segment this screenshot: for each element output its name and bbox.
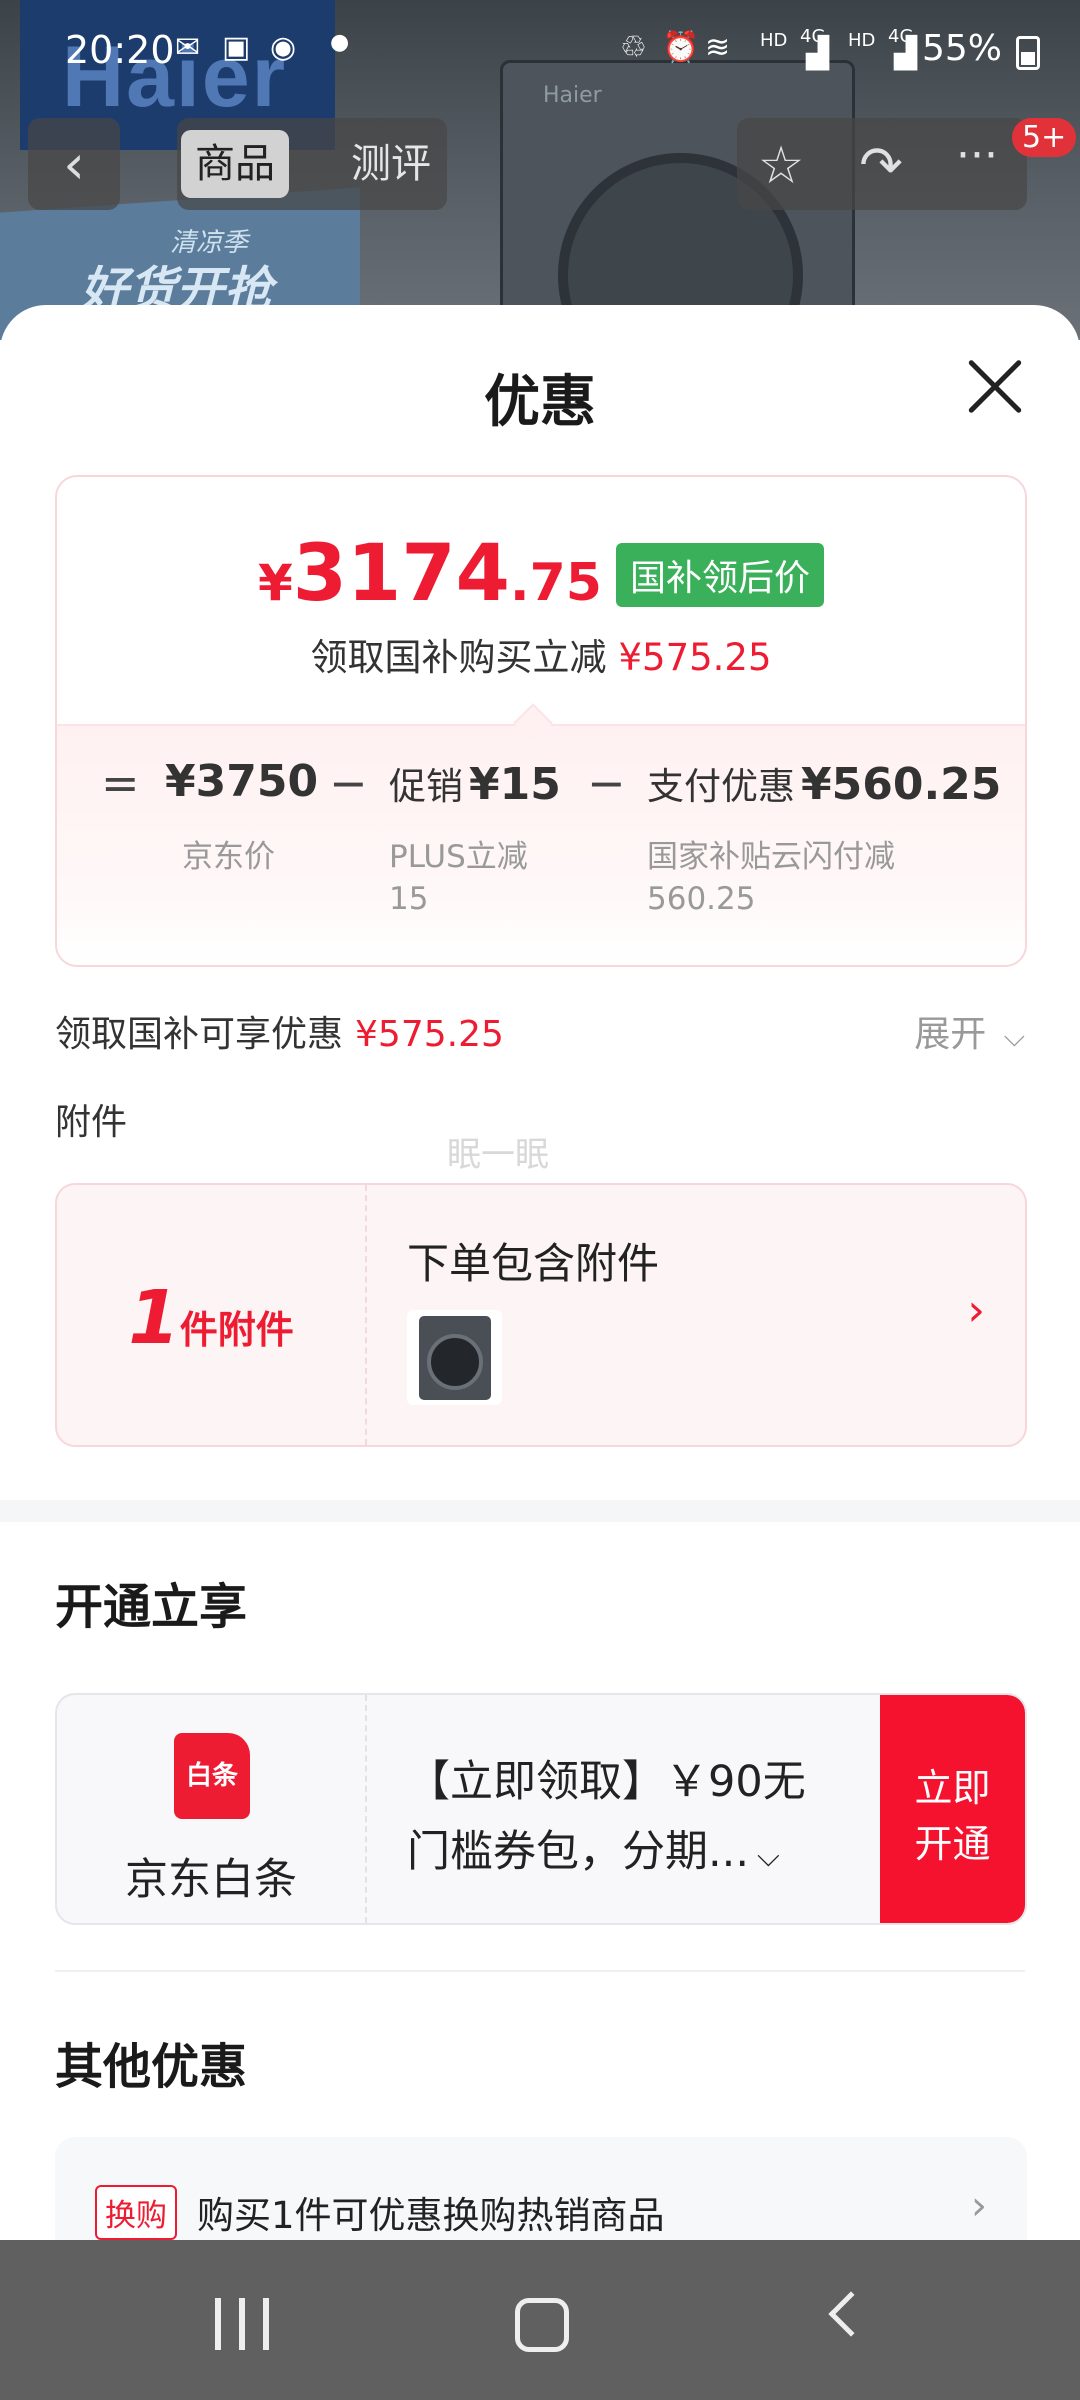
- washer-thumbnail-door: [427, 1334, 483, 1390]
- price-currency: ¥: [257, 554, 293, 612]
- promo-name: 促销: [389, 765, 463, 808]
- baitiao-card: 白条 京东白条 【立即领取】￥90无 门槛券包，分期... ⌵ 立即 开通: [55, 1693, 1027, 1925]
- subsidy-discount-label: 领取国补可享优惠: [55, 1014, 344, 1055]
- subsidy-discount-row: 领取国补可享优惠 ¥575.25: [55, 1005, 504, 1057]
- watermark-text: 眠一眠: [447, 1135, 549, 1175]
- final-price: ¥3174.75 国补领后价: [57, 529, 1025, 619]
- subsidy-discount-amount: ¥575.25: [355, 1014, 504, 1055]
- battery-icon: [1016, 36, 1040, 70]
- swap-offer-row[interactable]: 换购 购买1件可优惠换购热销商品 ›: [55, 2137, 1027, 2240]
- share-icon[interactable]: ↷: [851, 136, 911, 196]
- close-icon[interactable]: [965, 357, 1025, 417]
- price-subtext-label: 领取国补购买立减: [310, 636, 607, 679]
- attachments-card[interactable]: 1件附件 下单包含附件 ›: [55, 1183, 1027, 1447]
- payment-discount-label-line1: 国家补贴云闪付减: [647, 839, 895, 875]
- tab-product[interactable]: 商品: [181, 130, 289, 198]
- baitiao-description-line1: 【立即领取】￥90无: [407, 1757, 806, 1807]
- notification-icon: ◉: [270, 30, 297, 65]
- expand-label: 展开: [914, 1014, 987, 1055]
- baitiao-name: 京东白条: [125, 1855, 297, 1905]
- other-offers-title: 其他优惠: [55, 2039, 248, 2095]
- payment-discount-name: 支付优惠: [647, 765, 795, 808]
- status-bar: 20:20 ✉ ▣ ◉ ● ♲ ⏰ ≋ HD 4G ▟ HD 4G ▟ 55%: [0, 0, 1080, 100]
- promo-label-line2: 15: [389, 881, 429, 917]
- jd-price-label: 京东价: [182, 839, 275, 875]
- attachment-description: 下单包含附件: [407, 1239, 660, 1288]
- equals-sign: =: [101, 756, 140, 810]
- discount-sheet: 优惠 ¥3174.75 国补领后价 领取国补购买立减 ¥575.25 = ¥3750…: [0, 305, 1080, 2240]
- top-actions: ☆ ↷ ···: [737, 118, 1027, 210]
- baitiao-description[interactable]: 【立即领取】￥90无 门槛券包，分期... ⌵: [407, 1747, 847, 1892]
- promo-label-line1: PLUS立减: [389, 839, 528, 875]
- wifi-icon: ≋: [705, 30, 731, 65]
- wechat-icon: ✉: [175, 30, 201, 65]
- price-subtext: 领取国补购买立减 ¥575.25: [57, 627, 1025, 681]
- home-icon[interactable]: [515, 2298, 569, 2352]
- more-icon[interactable]: ···: [947, 134, 1007, 196]
- gallery-icon: ▣: [222, 30, 251, 65]
- activate-button-line2: 开通: [914, 1822, 991, 1866]
- battery-percent: 55%: [921, 28, 1002, 69]
- price-decimal: .75: [509, 553, 602, 613]
- favorite-star-icon[interactable]: ☆: [751, 136, 811, 196]
- payment-discount-label-line2: 560.25: [647, 881, 756, 917]
- tab-review[interactable]: 测评: [337, 130, 445, 198]
- promo-label: PLUS立减 15: [389, 836, 528, 920]
- minus-sign-2: −: [587, 756, 626, 810]
- payment-discount-value: 支付优惠 ¥560.25: [647, 756, 1001, 810]
- price-integer: 3174: [292, 529, 510, 619]
- chevron-right-icon: ›: [967, 1285, 985, 1336]
- promo-amount: ¥15: [469, 759, 561, 810]
- expand-button[interactable]: 展开 ⌵: [914, 1005, 1025, 1057]
- activate-section-title: 开通立享: [55, 1579, 248, 1635]
- back-button[interactable]: ‹: [28, 118, 120, 210]
- status-time: 20:20: [65, 28, 175, 72]
- baitiao-logo-icon: 白条: [174, 1733, 250, 1819]
- divider: [55, 1970, 1025, 1972]
- hd-label: HD: [760, 30, 788, 51]
- price-subtext-amount: ¥575.25: [618, 636, 772, 679]
- recycle-icon: ♲: [620, 30, 647, 65]
- attachment-count: 1件附件: [57, 1185, 367, 1445]
- signal-icon-1: ▟: [806, 36, 830, 71]
- attachment-thumbnail: [407, 1310, 502, 1405]
- chevron-left-icon: ‹: [63, 132, 85, 196]
- attachment-count-unit: 件附件: [179, 1308, 294, 1352]
- activate-button-line1: 立即: [914, 1766, 991, 1810]
- payment-discount-amount: ¥560.25: [801, 759, 1002, 810]
- signal-icon-2: ▟: [894, 36, 918, 71]
- chevron-right-icon: ›: [971, 2183, 987, 2229]
- section-divider: [0, 1500, 1080, 1522]
- chevron-down-icon: ⌵: [757, 1839, 780, 1874]
- message-count-badge: 5+: [1012, 118, 1077, 157]
- baitiao-brand: 白条 京东白条: [57, 1695, 367, 1923]
- chevron-down-icon: ⌵: [1003, 1020, 1025, 1053]
- sheet-title: 优惠: [484, 370, 596, 435]
- dot-icon: ●: [330, 30, 350, 55]
- back-nav-icon[interactable]: [828, 2291, 874, 2337]
- alarm-icon: ⏰: [662, 30, 700, 65]
- attachment-count-number: 1: [128, 1275, 180, 1361]
- hd-label-2: HD: [848, 30, 876, 51]
- baitiao-description-line2: 门槛券包，分期...: [407, 1827, 750, 1877]
- promo-value: 促销 ¥15: [389, 756, 561, 810]
- product-tabs: 商品 测评: [177, 118, 447, 210]
- recents-icon[interactable]: [215, 2298, 271, 2350]
- swap-tag: 换购: [95, 2185, 177, 2240]
- attachments-title: 附件: [55, 1102, 128, 1143]
- swap-text: 购买1件可优惠换购热销商品: [197, 2194, 665, 2237]
- activate-now-button[interactable]: 立即 开通: [880, 1695, 1025, 1923]
- jd-price-value: ¥3750: [165, 756, 319, 807]
- price-breakdown: = ¥3750 京东价 − 促销 ¥15 PLUS立减 15 − 支付优惠 ¥560.…: [57, 724, 1025, 965]
- subsidy-price-tag: 国补领后价: [616, 543, 825, 607]
- system-navigation-bar: [0, 2240, 1080, 2400]
- payment-discount-label: 国家补贴云闪付减 560.25: [647, 836, 895, 920]
- minus-sign-1: −: [329, 756, 368, 810]
- price-card: ¥3174.75 国补领后价 领取国补购买立减 ¥575.25 = ¥3750 京东…: [55, 475, 1027, 967]
